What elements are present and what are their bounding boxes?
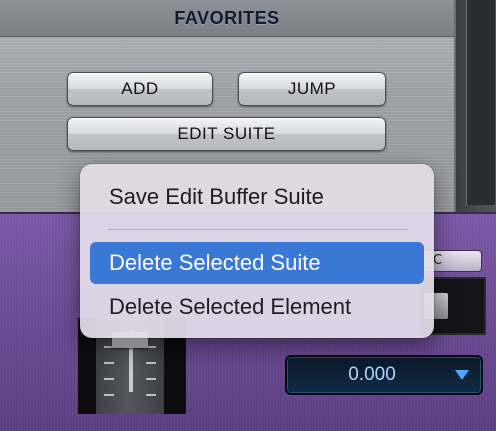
fader-tick xyxy=(104,362,114,364)
favorites-title: FAVORITES xyxy=(174,7,280,28)
add-button[interactable]: ADD xyxy=(67,72,213,106)
small-button-glyph: C xyxy=(433,253,443,268)
menu-item-delete-selected-suite[interactable]: Delete Selected Suite xyxy=(90,242,424,284)
jump-button[interactable]: JUMP xyxy=(238,72,386,106)
favorites-header: FAVORITES xyxy=(0,0,454,37)
menu-separator xyxy=(108,229,408,230)
fader-tick xyxy=(146,362,156,364)
menu-item-delete-selected-element[interactable]: Delete Selected Element xyxy=(90,286,424,328)
edit-suite-button[interactable]: EDIT SUITE xyxy=(67,117,386,151)
menu-item-save-edit-buffer-suite[interactable]: Save Edit Buffer Suite xyxy=(90,176,424,218)
fader-tick xyxy=(104,394,114,396)
fader-tick xyxy=(104,378,114,380)
value-dropdown[interactable]: 0.000 xyxy=(285,355,483,395)
right-side-strip xyxy=(456,0,496,212)
value-display: 0.000 xyxy=(348,364,396,385)
dropdown-arrow-icon xyxy=(455,370,469,380)
fader-tick xyxy=(146,394,156,396)
right-side-panel xyxy=(466,0,495,205)
context-menu: Save Edit Buffer Suite Delete Selected S… xyxy=(80,164,434,338)
fader-tick xyxy=(146,378,156,380)
